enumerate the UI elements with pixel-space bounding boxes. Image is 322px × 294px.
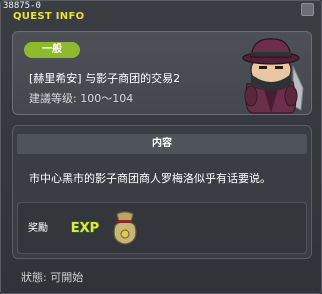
exp-label: EXP: [71, 221, 99, 236]
category-badge: 一般: [24, 42, 80, 58]
exp-icon[interactable]: EXP: [68, 212, 102, 242]
reward-label: 奖勵: [28, 223, 48, 234]
quest-summary-card: 一般 [赫里希安] 与影子商团的交易2 建議等级: 100～104: [12, 31, 312, 115]
quest-description: 市中心黑市的影子商团商人罗梅洛似乎有话要说。: [29, 172, 271, 185]
npc-portrait-icon: [242, 38, 304, 114]
content-header: 内容: [17, 134, 307, 154]
close-button[interactable]: [301, 3, 314, 16]
meso-bag-icon[interactable]: [107, 208, 143, 246]
quest-id: 38875-0: [3, 1, 41, 11]
quest-name: [赫里希安] 与影子商团的交易2: [29, 72, 181, 85]
quest-status: 狀態: 可開始: [21, 271, 84, 284]
quest-info-window: 38875-0 QUEST INFO 一般 [赫里希安] 与影子商团的交易2 建…: [0, 0, 322, 294]
window-title: QUEST INFO: [13, 11, 85, 22]
quest-level-requirement: 建議等级: 100～104: [29, 92, 134, 105]
quest-content-card: 内容 市中心黑市的影子商团商人罗梅洛似乎有话要说。 奖勵 EXP: [12, 125, 312, 259]
reward-box: 奖勵 EXP: [17, 202, 307, 254]
